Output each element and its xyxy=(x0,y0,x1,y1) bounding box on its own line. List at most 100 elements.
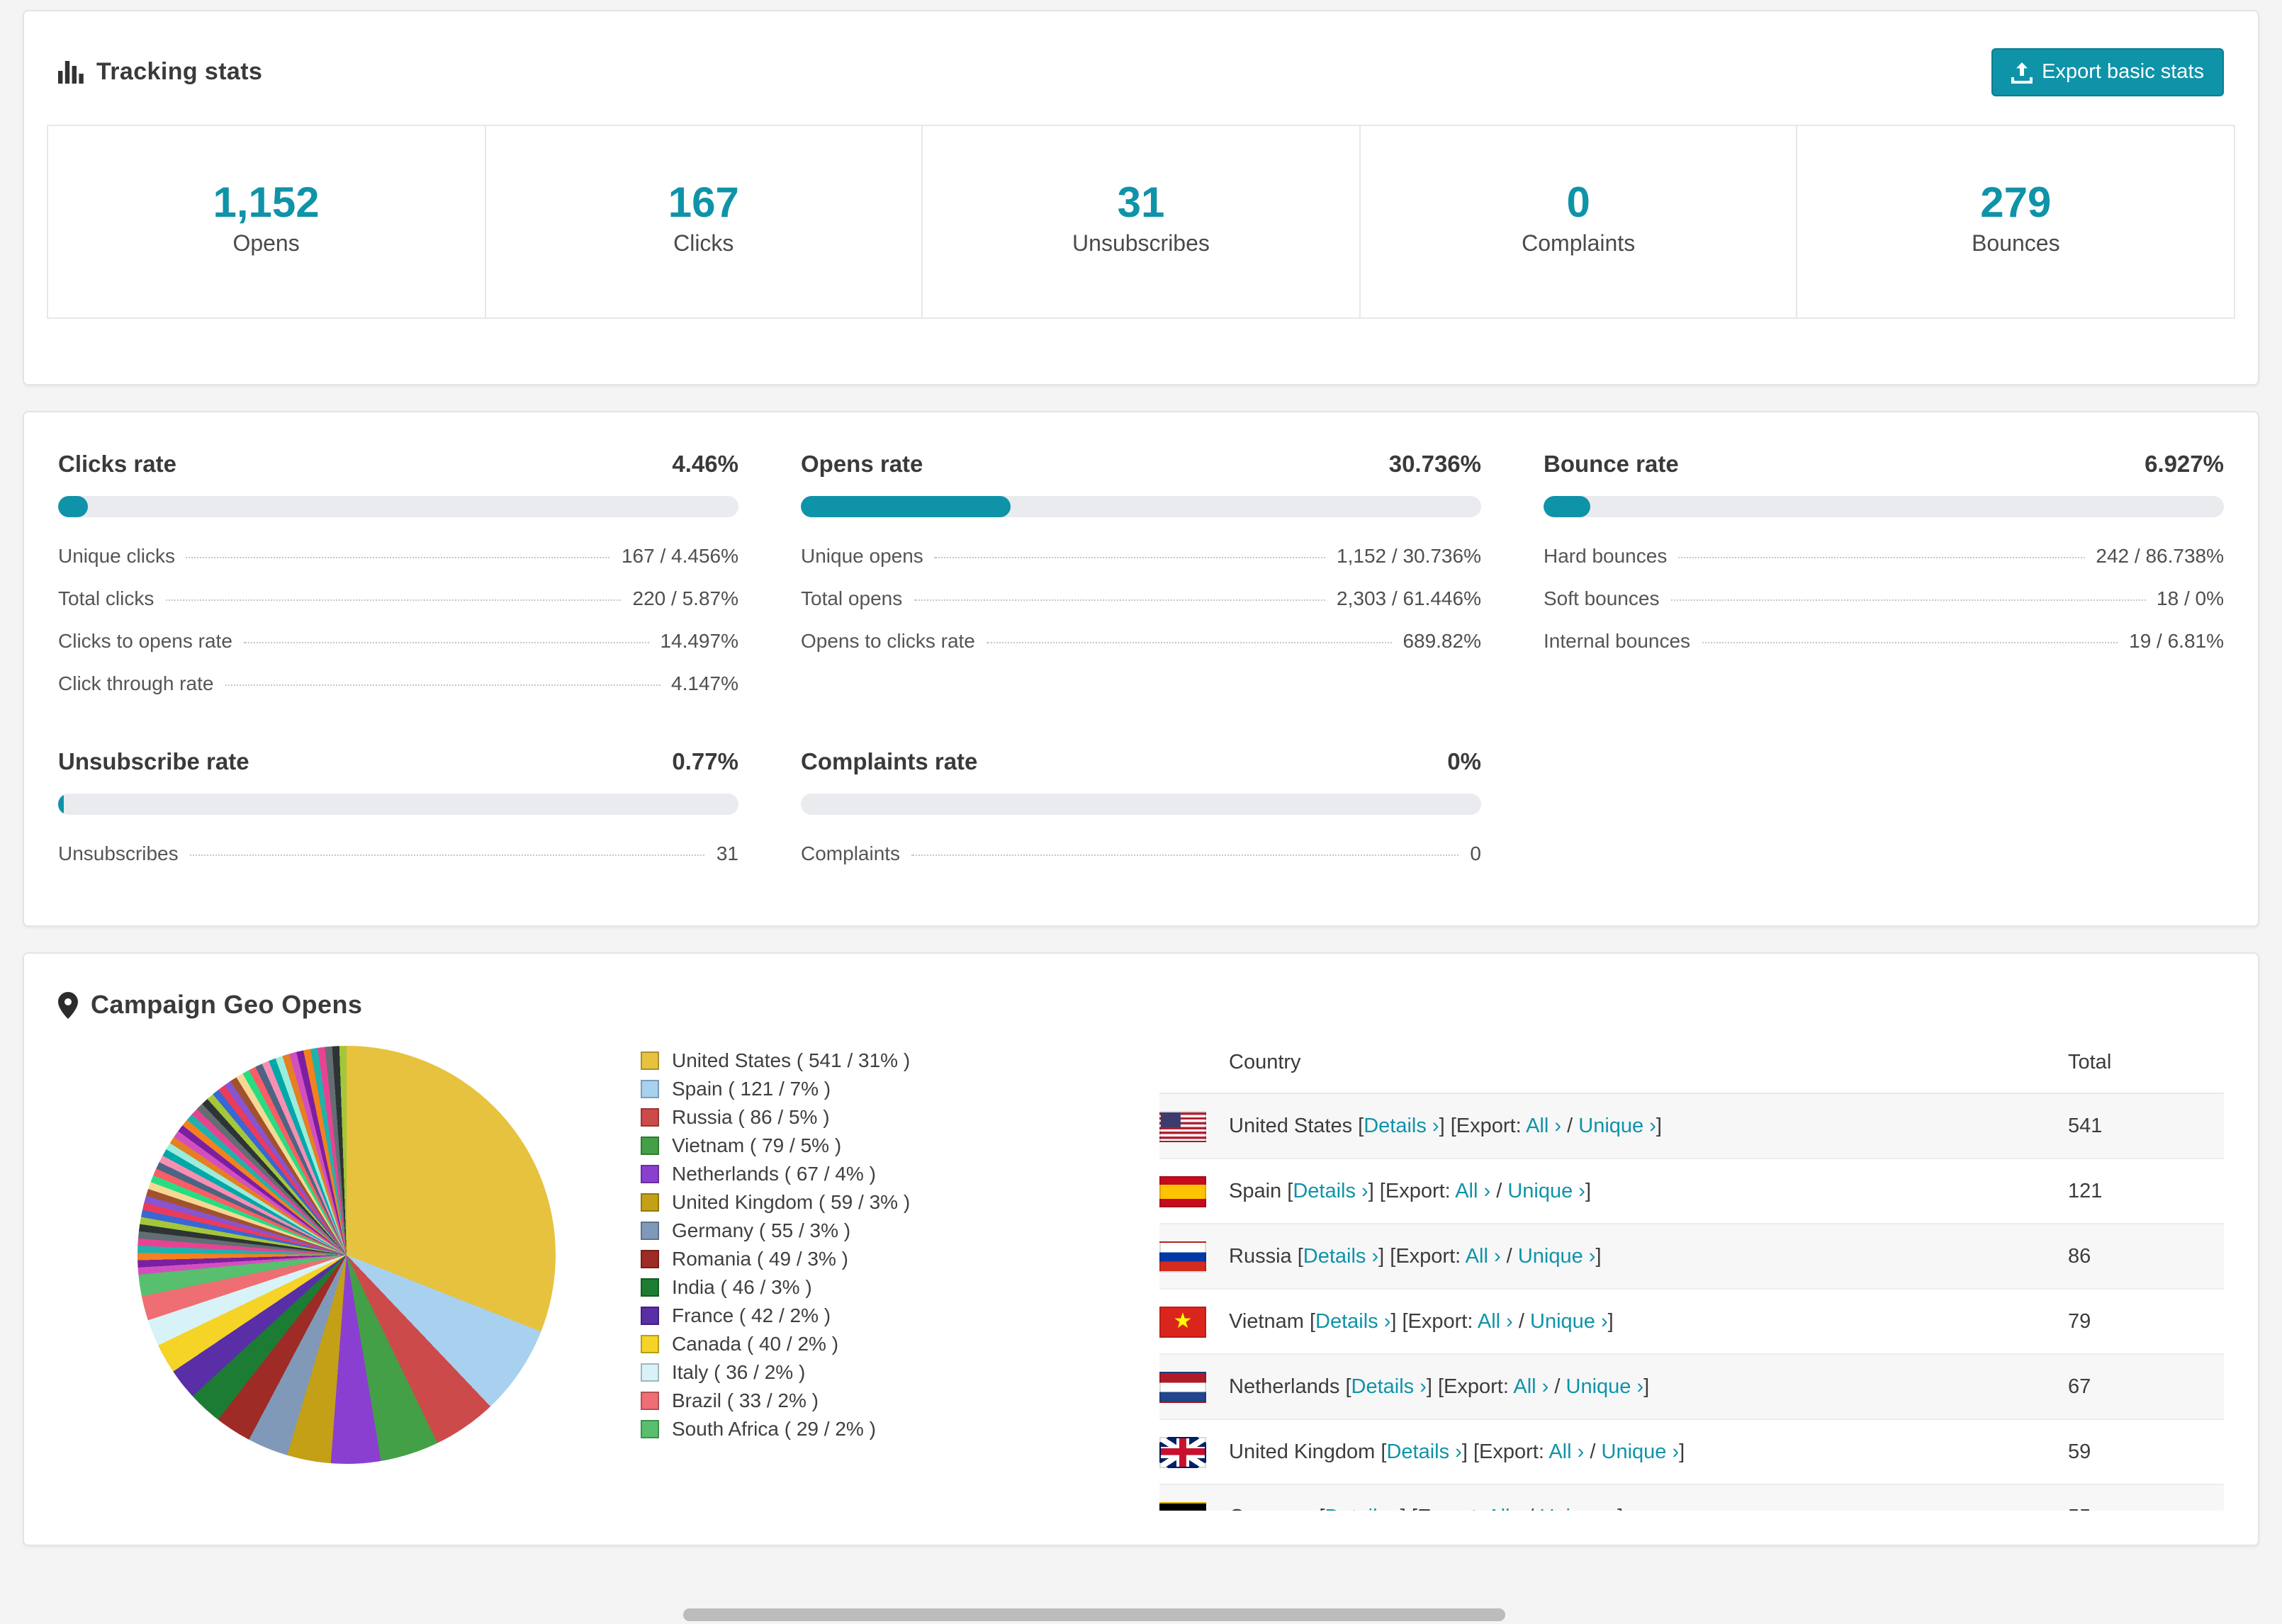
dotted-leader xyxy=(243,642,649,643)
rate-row-value: 2,303 / 61.446% xyxy=(1337,587,1481,609)
legend-swatch xyxy=(641,1249,659,1268)
country-cell: Vietnam [Details ›] [Export: All › / Uni… xyxy=(1159,1306,2068,1337)
tracking-title-wrap: Tracking stats xyxy=(58,58,262,86)
details-link[interactable]: Details › xyxy=(1386,1440,1461,1463)
export-unique-link[interactable]: Unique › xyxy=(1539,1506,1617,1511)
details-link[interactable]: Details › xyxy=(1364,1115,1439,1137)
legend-swatch xyxy=(641,1079,659,1098)
country-total: 121 xyxy=(2068,1180,2103,1202)
rates-card: Clicks rate 4.46% Unique clicks 167 / 4.456… xyxy=(23,411,2259,927)
rate-row-label: Click through rate xyxy=(58,672,214,694)
rate-value: 4.46% xyxy=(672,452,738,478)
legend-label: Vietnam ( 79 / 5% ) xyxy=(672,1134,842,1156)
us-flag-icon xyxy=(1159,1110,1206,1141)
de-flag-icon xyxy=(1159,1501,1206,1511)
country-links: Russia [Details ›] [Export: All › / Uniq… xyxy=(1229,1245,1602,1268)
rate-title: Complaints rate xyxy=(801,750,978,775)
export-unique-link[interactable]: Unique › xyxy=(1507,1180,1585,1202)
legend-swatch xyxy=(641,1051,659,1069)
export-all-link[interactable]: All › xyxy=(1513,1375,1548,1398)
rate-row-label: Clicks to opens rate xyxy=(58,629,232,652)
legend-item: Romania ( 49 / 3% ) xyxy=(641,1247,1131,1270)
details-link[interactable]: Details › xyxy=(1303,1245,1378,1268)
map-pin-icon xyxy=(58,992,78,1019)
details-link[interactable]: Details › xyxy=(1351,1375,1427,1398)
geo-body: United States ( 541 / 31% ) Spain ( 121 /… xyxy=(24,1032,2258,1545)
rate-value: 0% xyxy=(1447,750,1481,775)
tracking-stats-title: Tracking stats xyxy=(96,58,263,85)
rate-progress-track xyxy=(801,794,1481,815)
ru-flag-icon xyxy=(1159,1241,1206,1272)
stat-cell: 31 Unsubscribes xyxy=(921,125,1361,319)
legend-swatch xyxy=(641,1306,659,1324)
rate-title: Unsubscribe rate xyxy=(58,750,249,775)
stat-value: 167 xyxy=(668,180,739,227)
export-unique-link[interactable]: Unique › xyxy=(1566,1375,1644,1398)
rate-row: Clicks to opens rate 14.497% xyxy=(58,619,738,662)
export-all-link[interactable]: All › xyxy=(1455,1180,1490,1202)
legend-swatch xyxy=(641,1164,659,1183)
legend-label: Italy ( 36 / 2% ) xyxy=(672,1360,806,1383)
legend-label: France ( 42 / 2% ) xyxy=(672,1304,831,1326)
export-unique-link[interactable]: Unique › xyxy=(1602,1440,1680,1463)
legend-swatch xyxy=(641,1221,659,1239)
legend-swatch xyxy=(641,1363,659,1381)
stat-cell: 279 Bounces xyxy=(1796,125,2235,319)
rate-row-value: 242 / 86.738% xyxy=(2096,544,2224,567)
legend-item: Netherlands ( 67 / 4% ) xyxy=(641,1162,1131,1185)
country-cell: Germany [Details ›] [Export: All › / Uni… xyxy=(1159,1501,2068,1511)
legend-swatch xyxy=(641,1419,659,1438)
dotted-leader xyxy=(225,684,661,686)
country-total: 86 xyxy=(2068,1245,2091,1268)
export-unique-link[interactable]: Unique › xyxy=(1530,1310,1608,1333)
stat-value: 0 xyxy=(1566,180,1590,227)
export-all-link[interactable]: All › xyxy=(1478,1310,1513,1333)
legend-item: Canada ( 40 / 2% ) xyxy=(641,1332,1131,1355)
rate-row-label: Internal bounces xyxy=(1544,629,1691,652)
export-all-link[interactable]: All › xyxy=(1487,1506,1522,1511)
legend-item: United States ( 541 / 31% ) xyxy=(641,1049,1131,1071)
rate-row-label: Unsubscribes xyxy=(58,842,179,864)
legend-item: Italy ( 36 / 2% ) xyxy=(641,1360,1131,1383)
country-total: 67 xyxy=(2068,1375,2091,1398)
rate-progress-fill xyxy=(801,496,1011,517)
country-cell: Russia [Details ›] [Export: All › / Uniq… xyxy=(1159,1241,2068,1272)
export-unique-link[interactable]: Unique › xyxy=(1578,1115,1656,1137)
details-link[interactable]: Details › xyxy=(1325,1506,1400,1511)
rate-rows: Hard bounces 242 / 86.738% Soft bounces 18 … xyxy=(1544,534,2224,662)
export-all-link[interactable]: All › xyxy=(1526,1115,1561,1137)
legend-swatch xyxy=(641,1192,659,1211)
country-links: Netherlands [Details ›] [Export: All › /… xyxy=(1229,1375,1650,1398)
table-row: Russia [Details ›] [Export: All › / Uniq… xyxy=(1159,1224,2224,1290)
vn-flag-icon xyxy=(1159,1306,1206,1337)
country-cell: United Kingdom [Details ›] [Export: All … xyxy=(1159,1436,2068,1467)
export-all-link[interactable]: All › xyxy=(1548,1440,1584,1463)
es-flag-icon xyxy=(1159,1175,1206,1207)
horizontal-scrollbar-thumb[interactable] xyxy=(683,1608,1505,1621)
dotted-leader xyxy=(1670,599,2146,601)
dotted-leader xyxy=(934,557,1326,558)
legend-item: Russia ( 86 / 5% ) xyxy=(641,1105,1131,1128)
rate-row-label: Total clicks xyxy=(58,587,154,609)
rate-block: Bounce rate 6.927% Hard bounces 242 / 86.73… xyxy=(1544,452,2224,704)
export-unique-link[interactable]: Unique › xyxy=(1518,1245,1596,1268)
details-link[interactable]: Details › xyxy=(1293,1180,1368,1202)
export-all-link[interactable]: All › xyxy=(1466,1245,1501,1268)
legend-label: Spain ( 121 / 7% ) xyxy=(672,1077,831,1100)
country-cell: Netherlands [Details ›] [Export: All › /… xyxy=(1159,1371,2068,1402)
details-link[interactable]: Details › xyxy=(1315,1310,1390,1333)
rate-row: Click through rate 4.147% xyxy=(58,662,738,704)
legend-item: Germany ( 55 / 3% ) xyxy=(641,1219,1131,1241)
dotted-leader xyxy=(911,855,1459,856)
country-links: Spain [Details ›] [Export: All › / Uniqu… xyxy=(1229,1180,1592,1202)
table-row: Netherlands [Details ›] [Export: All › /… xyxy=(1159,1355,2224,1420)
rate-head: Clicks rate 4.46% xyxy=(58,452,738,479)
rate-row-value: 14.497% xyxy=(660,629,738,652)
export-basic-stats-button[interactable]: Export basic stats xyxy=(1991,48,2224,96)
country-name: United States xyxy=(1229,1115,1359,1137)
rate-rows: Complaints 0 xyxy=(801,832,1481,874)
legend-label: United States ( 541 / 31% ) xyxy=(672,1049,911,1071)
export-icon xyxy=(2011,62,2033,83)
dotted-leader xyxy=(1678,557,2085,558)
rate-block: Opens rate 30.736% Unique opens 1,152 / 30.… xyxy=(801,452,1481,704)
